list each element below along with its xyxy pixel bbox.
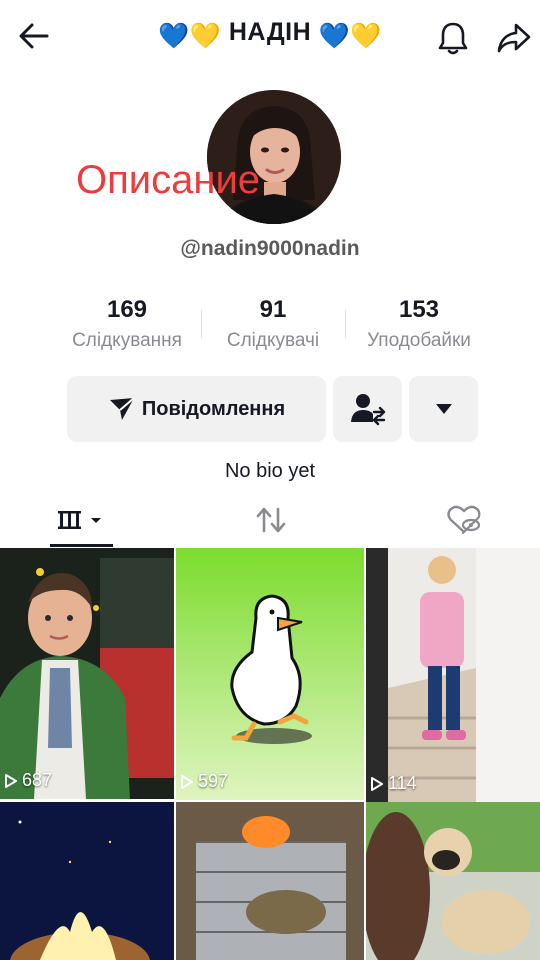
bio-text: No bio yet bbox=[224, 460, 316, 482]
videos-grid-icon bbox=[57, 511, 101, 529]
video-thumbnail[interactable] bbox=[176, 802, 364, 960]
likes-stat[interactable]: 153 Уподобайки bbox=[352, 296, 486, 352]
video-thumbnail[interactable]: 597 bbox=[176, 548, 364, 800]
share-icon bbox=[497, 23, 531, 53]
title-hearts-prefix: 💙💛 bbox=[158, 22, 222, 50]
video-thumbnail[interactable] bbox=[366, 802, 540, 960]
title-hearts-suffix: 💙💛 bbox=[318, 22, 382, 50]
username: @nadin9000nadin bbox=[180, 237, 360, 260]
message-label: Повідомлення bbox=[141, 397, 286, 420]
caret-down-icon bbox=[435, 404, 452, 414]
view-count-value: 597 bbox=[198, 771, 229, 791]
followers-label: Слідкувачі bbox=[226, 330, 320, 351]
active-tab-indicator bbox=[50, 544, 113, 547]
video-thumbnail[interactable] bbox=[0, 802, 174, 960]
play-outline-icon bbox=[181, 774, 193, 789]
likes-label: Уподобайки bbox=[367, 330, 471, 351]
overlay-label: Описание bbox=[76, 158, 261, 202]
tab-videos[interactable] bbox=[50, 496, 113, 544]
followers-count: 91 bbox=[259, 296, 287, 323]
stats-divider bbox=[201, 310, 202, 338]
video-thumbnail[interactable]: 114 bbox=[366, 548, 540, 802]
share-button[interactable] bbox=[492, 16, 536, 60]
message-button[interactable]: Повідомлення bbox=[67, 376, 326, 442]
following-label: Слідкування bbox=[72, 330, 182, 351]
view-count: 114 bbox=[370, 773, 417, 794]
liked-hidden-icon bbox=[447, 505, 481, 535]
tab-liked[interactable] bbox=[440, 496, 488, 544]
view-count-value: 687 bbox=[22, 770, 53, 790]
avatar[interactable] bbox=[207, 90, 341, 224]
profile-name: НАДІН bbox=[228, 18, 312, 46]
play-outline-icon bbox=[371, 776, 383, 791]
send-icon bbox=[109, 397, 135, 420]
following-stat[interactable]: 169 Слідкування bbox=[58, 296, 196, 352]
following-count: 169 bbox=[106, 296, 148, 323]
bell-icon bbox=[438, 22, 468, 55]
person-swap-icon bbox=[350, 394, 385, 426]
followers-stat[interactable]: 91 Слідкувачі bbox=[212, 296, 334, 352]
view-count: 597 bbox=[180, 771, 228, 792]
view-count: 687 bbox=[4, 770, 52, 791]
view-count-value: 114 bbox=[388, 773, 417, 793]
notifications-button[interactable] bbox=[431, 16, 475, 60]
play-outline-icon bbox=[5, 773, 17, 788]
friend-suggestions-button[interactable] bbox=[333, 376, 402, 442]
more-options-button[interactable] bbox=[409, 376, 478, 442]
stats-divider bbox=[345, 310, 346, 338]
likes-count: 153 bbox=[398, 296, 440, 323]
video-thumbnail[interactable]: 687 bbox=[0, 548, 174, 799]
tab-reposts[interactable] bbox=[245, 496, 297, 544]
reposts-icon bbox=[256, 507, 286, 533]
